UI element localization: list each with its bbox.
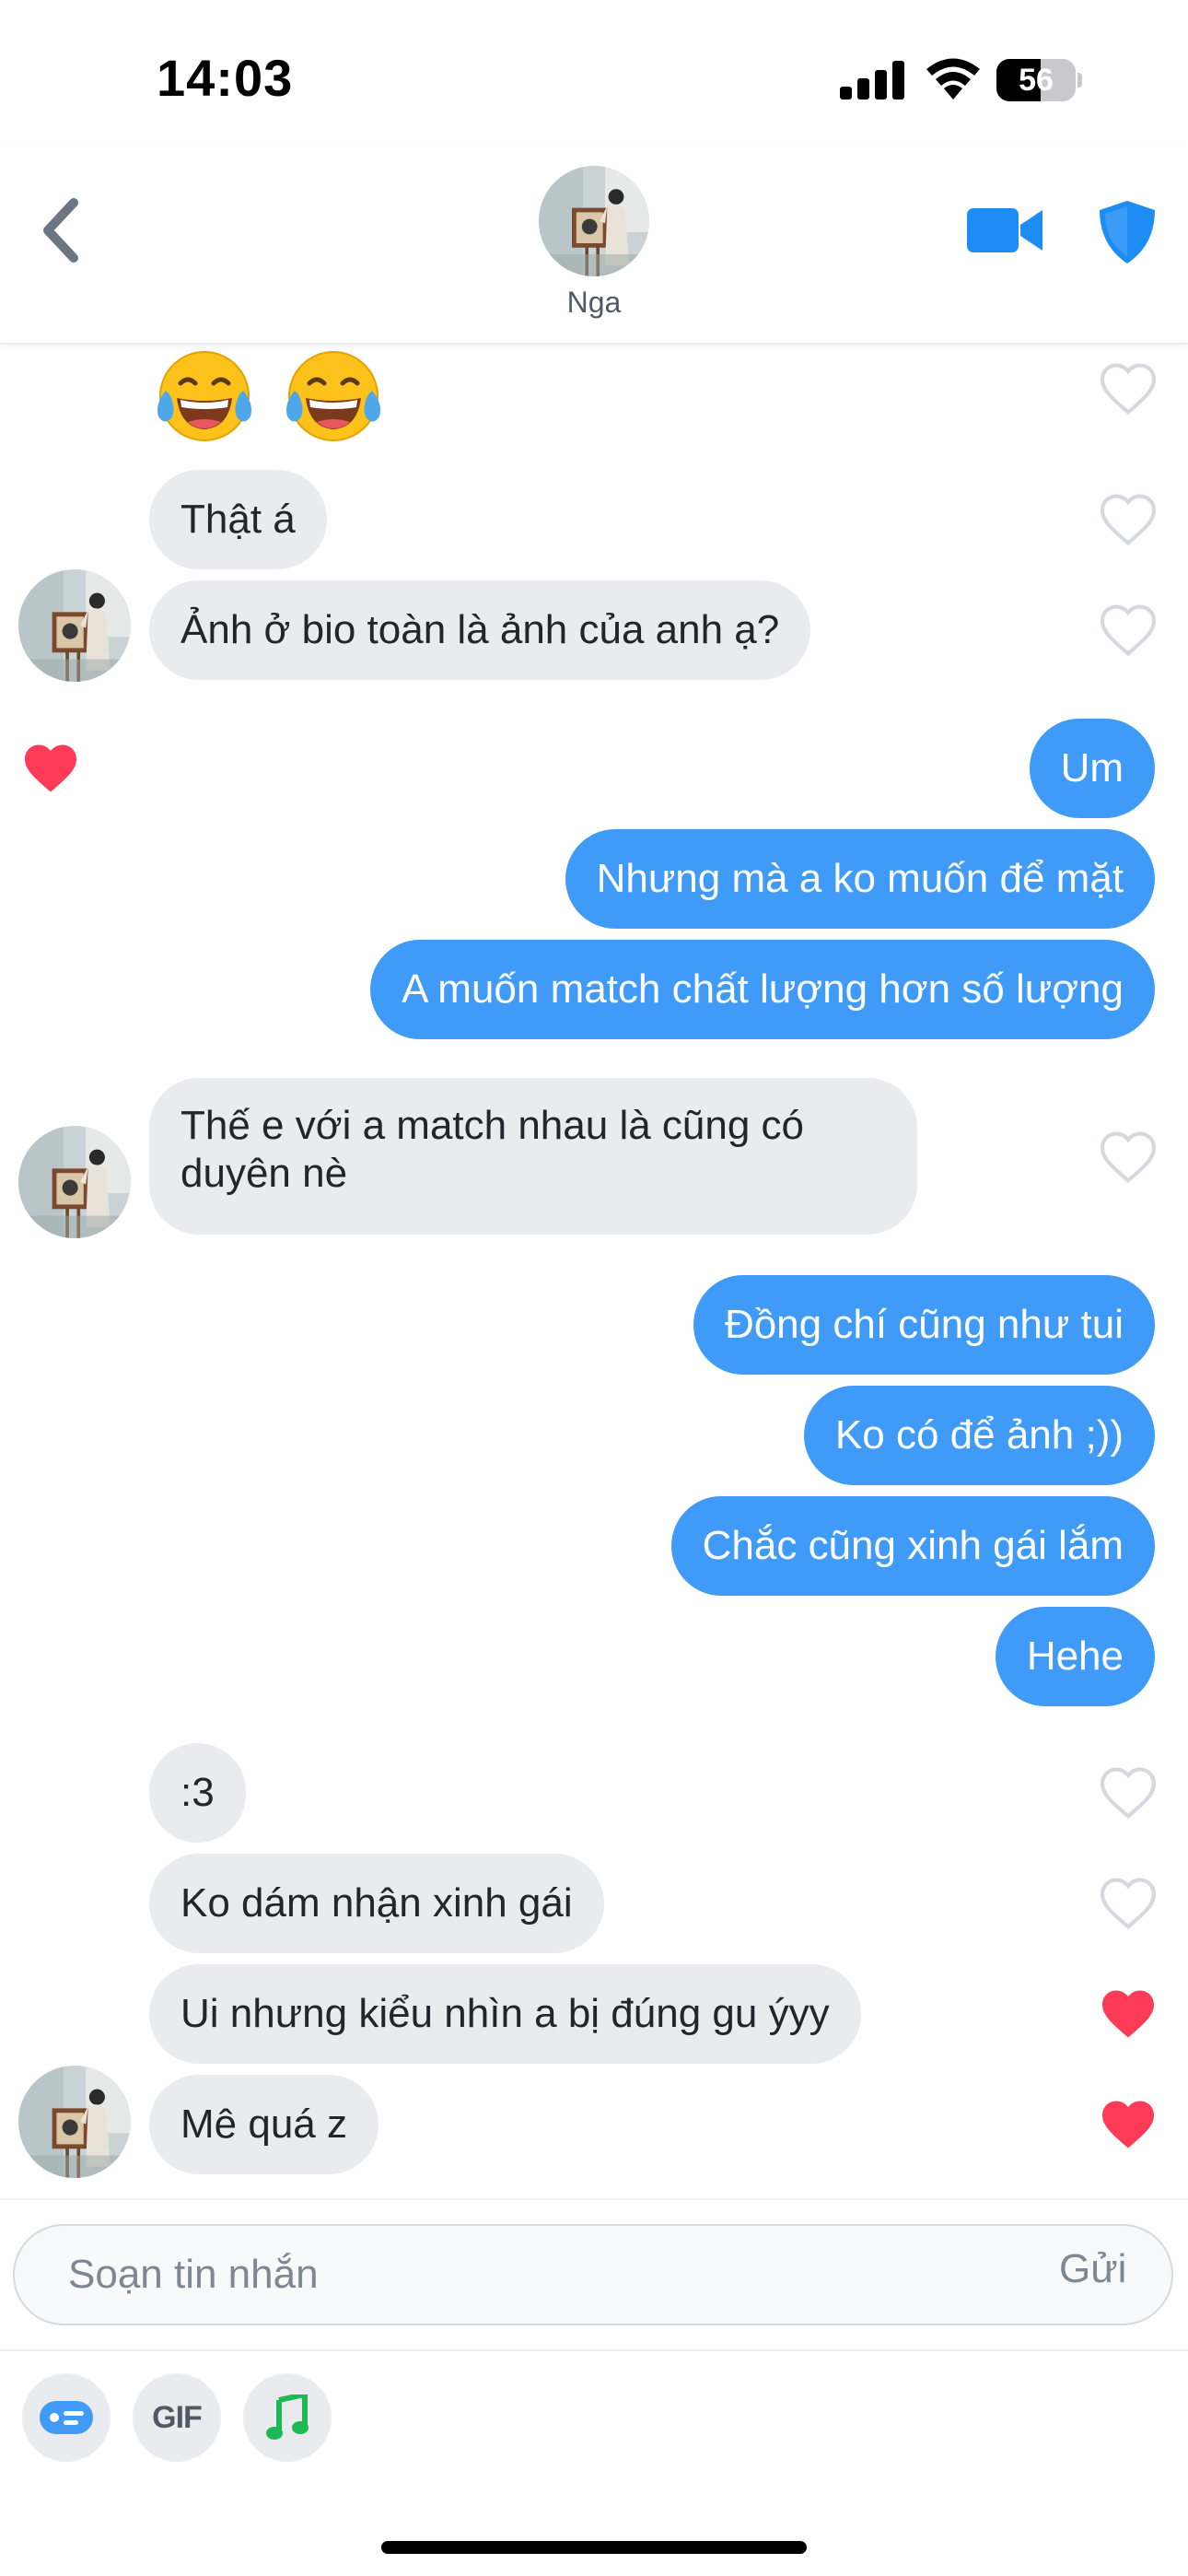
music-note-icon bbox=[266, 2395, 309, 2440]
video-camera-icon[interactable] bbox=[967, 203, 1042, 258]
sticker-button[interactable] bbox=[22, 2373, 111, 2462]
tears-of-joy-emoji-icon bbox=[149, 343, 260, 446]
contact-avatar[interactable] bbox=[18, 2066, 131, 2178]
like-heart-icon[interactable] bbox=[1100, 494, 1157, 545]
contact-avatar[interactable] bbox=[18, 1126, 131, 1238]
chat-header: Nga bbox=[0, 147, 1188, 345]
liked-heart-icon[interactable] bbox=[1100, 2099, 1157, 2150]
chevron-left-icon[interactable] bbox=[33, 193, 88, 267]
home-indicator[interactable] bbox=[381, 2541, 807, 2554]
emoji-message[interactable] bbox=[149, 343, 389, 444]
music-button[interactable] bbox=[243, 2373, 332, 2462]
outgoing-message[interactable]: Hehe bbox=[995, 1607, 1155, 1706]
status-time: 14:03 bbox=[157, 49, 294, 107]
message-composer: Gửi bbox=[0, 2198, 1188, 2351]
contact-avatar[interactable] bbox=[18, 569, 131, 682]
tears-of-joy-emoji-icon bbox=[278, 343, 389, 446]
incoming-message[interactable]: Thật á bbox=[149, 470, 327, 569]
cellular-signal-icon bbox=[840, 61, 904, 100]
outgoing-message[interactable]: Nhưng mà a ko muốn để mặt bbox=[565, 829, 1155, 929]
contact-avatar[interactable] bbox=[539, 166, 649, 276]
incoming-message[interactable]: :3 bbox=[149, 1743, 246, 1843]
status-bar: 14:03 56 bbox=[0, 0, 1188, 147]
battery-indicator: 56 bbox=[996, 59, 1082, 101]
contact-name[interactable]: Nga bbox=[502, 286, 686, 320]
shield-icon[interactable] bbox=[1098, 199, 1157, 265]
battery-percent: 56 bbox=[1019, 63, 1054, 98]
wifi-icon bbox=[926, 58, 980, 100]
incoming-message[interactable]: Ui nhưng kiểu nhìn a bị đúng gu ýyy bbox=[149, 1964, 861, 2064]
liked-heart-icon[interactable] bbox=[1100, 1988, 1157, 2040]
gif-label: GIF bbox=[152, 2399, 203, 2435]
like-heart-icon[interactable] bbox=[1100, 363, 1157, 415]
outgoing-message[interactable]: Đồng chí cũng như tui bbox=[693, 1275, 1155, 1375]
incoming-message[interactable]: Thế e với a match nhau là cũng có duyên … bbox=[149, 1078, 917, 1235]
send-button[interactable]: Gửi bbox=[1059, 2246, 1126, 2292]
like-heart-icon[interactable] bbox=[1100, 604, 1157, 656]
outgoing-message[interactable]: Um bbox=[1029, 719, 1155, 818]
message-input[interactable] bbox=[13, 2224, 1173, 2325]
like-heart-icon[interactable] bbox=[1100, 1131, 1157, 1183]
like-heart-icon[interactable] bbox=[1100, 1767, 1157, 1819]
liked-heart-icon[interactable] bbox=[22, 743, 79, 794]
outgoing-message[interactable]: Chắc cũng xinh gái lắm bbox=[670, 1496, 1155, 1596]
like-heart-icon[interactable] bbox=[1100, 1878, 1157, 1929]
sticker-icon bbox=[40, 2401, 93, 2434]
outgoing-message[interactable]: Ko có để ảnh ;)) bbox=[803, 1386, 1155, 1485]
incoming-message[interactable]: Ko dám nhận xinh gái bbox=[149, 1854, 604, 1953]
incoming-message[interactable]: Ảnh ở bio toàn là ảnh của anh ạ? bbox=[149, 580, 811, 680]
outgoing-message[interactable]: A muốn match chất lượng hơn số lượng bbox=[370, 940, 1155, 1039]
incoming-message[interactable]: Mê quá z bbox=[149, 2075, 379, 2174]
gif-button[interactable]: GIF bbox=[133, 2373, 221, 2462]
